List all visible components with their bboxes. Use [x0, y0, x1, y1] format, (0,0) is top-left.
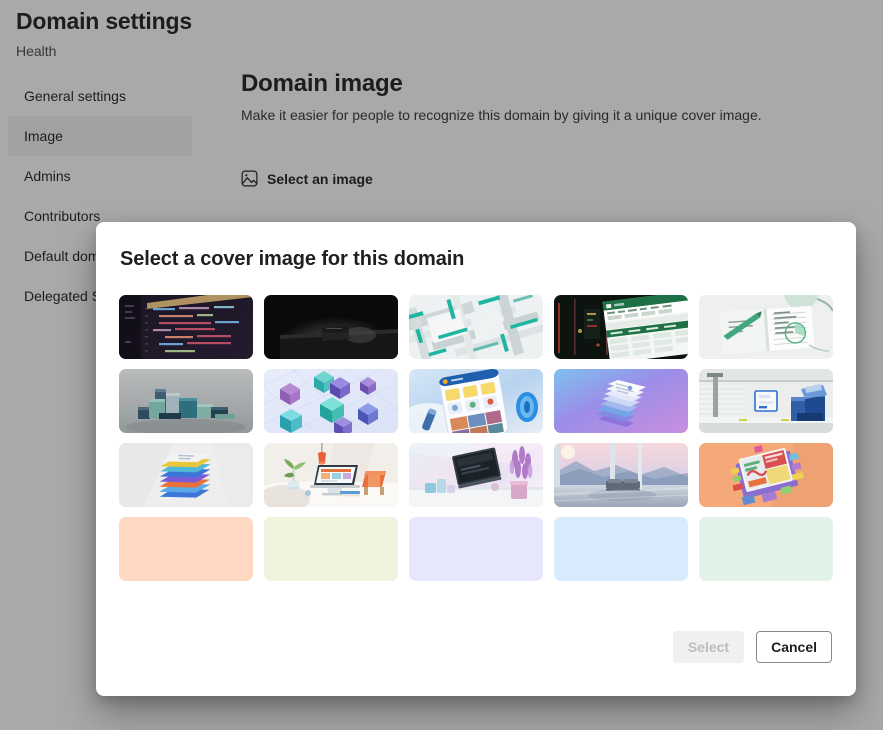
cover-thumb-tablet-lavender[interactable]	[409, 443, 543, 507]
cancel-button[interactable]: Cancel	[756, 631, 832, 663]
cover-thumb-teal-abstract-blocks[interactable]	[409, 295, 543, 359]
cover-thumb-swatch-lavender[interactable]	[409, 517, 543, 581]
cover-thumb-desk-workspace[interactable]	[264, 443, 398, 507]
cover-thumb-code-editor-dark[interactable]	[119, 295, 253, 359]
cover-image-grid	[119, 295, 833, 581]
cover-thumb-sunset-landscape[interactable]	[554, 443, 688, 507]
cover-thumb-swatch-peach[interactable]	[119, 517, 253, 581]
cover-thumb-open-notebook-green[interactable]	[699, 295, 833, 359]
cover-thumb-purple-glass-cubes[interactable]	[264, 369, 398, 433]
dialog-footer: Select Cancel	[672, 631, 832, 663]
cover-thumb-dark-laptop-desk[interactable]	[264, 295, 398, 359]
dialog-title: Select a cover image for this domain	[120, 248, 465, 270]
cover-thumb-stacked-papers[interactable]	[119, 443, 253, 507]
cover-thumb-phone-app-blue[interactable]	[409, 369, 543, 433]
cover-thumb-office-shelf-blue[interactable]	[699, 369, 833, 433]
cover-thumb-spreadsheet-dark[interactable]	[554, 295, 688, 359]
cover-thumb-teal-3d-boxes[interactable]	[119, 369, 253, 433]
cover-thumb-swatch-sky[interactable]	[554, 517, 688, 581]
cover-thumb-swatch-lime[interactable]	[264, 517, 398, 581]
cover-thumb-stacked-cards-purple[interactable]	[554, 369, 688, 433]
select-button[interactable]: Select	[672, 631, 745, 663]
cover-thumb-swatch-mint[interactable]	[699, 517, 833, 581]
cover-thumb-orange-collage[interactable]	[699, 443, 833, 507]
cover-image-dialog: Select a cover image for this domain Sel…	[96, 222, 856, 696]
